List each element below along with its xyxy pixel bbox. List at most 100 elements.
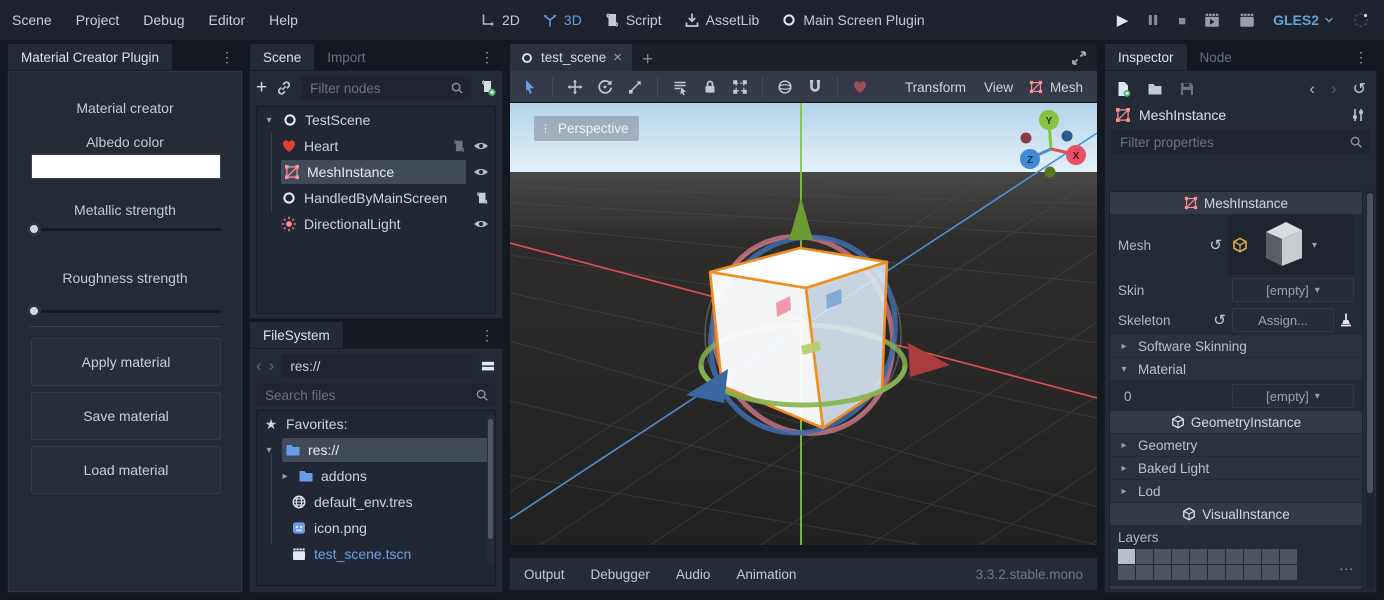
heart-tool-icon[interactable]	[852, 79, 868, 95]
dock-menu-icon[interactable]: ⋮	[212, 44, 242, 71]
revert-icon[interactable]: ↺	[1213, 311, 1226, 329]
instance-scene-button[interactable]	[276, 80, 292, 96]
slider-grabber[interactable]	[27, 304, 41, 318]
scrollbar-track[interactable]	[1366, 191, 1374, 590]
search-files-input[interactable]	[263, 387, 469, 404]
section-meshinstance[interactable]: MeshInstance	[1110, 192, 1362, 214]
layer-cell[interactable]	[1262, 549, 1279, 564]
script-badge-icon[interactable]	[452, 139, 466, 153]
workspace-2d-button[interactable]: 2D	[480, 12, 520, 28]
mesh-value-cell[interactable]: ▾	[1228, 215, 1354, 275]
tree-row-addons[interactable]: ▸ addons	[257, 463, 495, 489]
script-badge-icon[interactable]	[475, 191, 489, 205]
transform-menu[interactable]: Transform	[903, 80, 968, 95]
layer-cell[interactable]	[1190, 565, 1207, 580]
tab-scene[interactable]: Scene	[250, 44, 314, 71]
section-spatial[interactable]: Spatial	[1110, 586, 1362, 590]
search-files-field[interactable]	[256, 383, 496, 407]
layer-cell[interactable]	[1154, 565, 1171, 580]
layer-cell[interactable]	[1280, 549, 1297, 564]
section-visualinstance[interactable]: VisualInstance	[1110, 503, 1362, 525]
dock-menu-icon[interactable]: ⋮	[1346, 44, 1376, 71]
expand-icon[interactable]: ▸	[279, 471, 291, 482]
workspace-3d-button[interactable]: 3D	[542, 12, 582, 28]
chevron-down-icon[interactable]: ▾	[1312, 240, 1317, 251]
stop-button[interactable]: ■	[1178, 13, 1186, 28]
nav-forward-button[interactable]: ›	[269, 356, 275, 376]
pause-button[interactable]	[1145, 12, 1161, 28]
layer-cell[interactable]	[1280, 565, 1297, 580]
nav-back-button[interactable]: ‹	[256, 356, 262, 376]
metallic-strength-slider[interactable]	[29, 222, 221, 236]
layer-cell[interactable]	[1226, 549, 1243, 564]
3d-viewport[interactable]: Y X Z ⋮ Perspective	[510, 103, 1097, 545]
scrollbar-thumb[interactable]	[1367, 193, 1373, 493]
visibility-eye-icon[interactable]	[473, 164, 489, 180]
select-tool-icon[interactable]	[522, 79, 538, 95]
renderer-select[interactable]: GLES2	[1273, 12, 1335, 28]
scrollbar-thumb[interactable]	[488, 419, 493, 539]
filter-nodes-input[interactable]	[308, 80, 444, 97]
play-custom-scene-button[interactable]	[1238, 11, 1256, 29]
distraction-free-icon[interactable]	[1071, 50, 1087, 66]
debugger-button[interactable]: Debugger	[591, 567, 650, 582]
group-baked-light[interactable]: ▸ Baked Light	[1110, 457, 1362, 479]
menu-scene[interactable]: Scene	[0, 12, 64, 28]
scrollbar-track[interactable]	[487, 415, 494, 565]
filter-properties-input[interactable]	[1118, 134, 1343, 151]
save-material-button[interactable]: Save material	[31, 392, 221, 440]
move-tool-icon[interactable]	[567, 79, 583, 95]
pick-node-icon[interactable]	[1338, 312, 1354, 328]
filter-properties-field[interactable]	[1111, 129, 1370, 155]
layer-cell[interactable]	[1118, 565, 1135, 580]
visibility-eye-icon[interactable]	[473, 216, 489, 232]
play-button[interactable]: ▶	[1117, 11, 1129, 29]
close-tab-icon[interactable]: ×	[613, 49, 622, 66]
tree-row-icon-png[interactable]: icon.png	[257, 515, 495, 541]
tree-row-test-scene[interactable]: test_scene.tscn	[257, 541, 495, 567]
menu-debug[interactable]: Debug	[131, 12, 196, 28]
path-input[interactable]	[288, 358, 466, 375]
tree-row-testscene[interactable]: ▾ TestScene	[257, 107, 495, 133]
animation-button[interactable]: Animation	[736, 567, 796, 582]
mesh-menu[interactable]: Mesh	[1029, 80, 1085, 95]
inspector-tools-icon[interactable]	[1350, 107, 1366, 123]
tree-row-res[interactable]: ▾ res://	[257, 437, 495, 463]
tree-row-default-env[interactable]: default_env.tres	[257, 489, 495, 515]
workspace-main-screen-plugin-button[interactable]: Main Screen Plugin	[781, 12, 924, 28]
tab-node[interactable]: Node	[1187, 44, 1245, 71]
collapse-icon[interactable]: ▾	[263, 115, 275, 126]
snap-magnet-icon[interactable]	[807, 79, 823, 95]
tab-material-creator-plugin[interactable]: Material Creator Plugin	[8, 44, 172, 71]
menu-help[interactable]: Help	[257, 12, 310, 28]
output-button[interactable]: Output	[524, 567, 565, 582]
roughness-strength-slider[interactable]	[29, 304, 221, 318]
save-resource-button[interactable]	[1179, 81, 1195, 97]
revert-icon[interactable]: ↺	[1209, 236, 1222, 254]
layer-cell[interactable]	[1154, 549, 1171, 564]
filter-nodes-field[interactable]	[301, 76, 471, 100]
material-0-dropdown[interactable]: [empty] ▾	[1232, 384, 1354, 408]
section-geometryinstance[interactable]: GeometryInstance	[1110, 411, 1362, 433]
visibility-eye-icon[interactable]	[473, 138, 489, 154]
attach-script-button[interactable]	[480, 80, 496, 96]
play-scene-button[interactable]	[1203, 11, 1221, 29]
layer-cell[interactable]	[1136, 565, 1153, 580]
dock-menu-icon[interactable]: ⋮	[472, 44, 502, 71]
apply-material-button[interactable]: Apply material	[31, 338, 221, 386]
skin-dropdown[interactable]: [empty] ▾	[1232, 278, 1354, 302]
tab-import[interactable]: Import	[314, 44, 378, 71]
group-geometry[interactable]: ▸ Geometry	[1110, 434, 1362, 456]
group-material[interactable]: ▾ Material	[1110, 358, 1362, 380]
layer-cell[interactable]	[1172, 549, 1189, 564]
group-node-icon[interactable]	[732, 79, 748, 95]
menu-editor[interactable]: Editor	[197, 12, 258, 28]
inspector-scroll-area[interactable]: MeshInstance Mesh ↺ ▾ Ski	[1109, 191, 1363, 590]
layer-cell[interactable]	[1172, 565, 1189, 580]
workspace-assetlib-button[interactable]: AssetLib	[684, 12, 760, 28]
layer-cell[interactable]	[1190, 549, 1207, 564]
tab-test-scene[interactable]: test_scene ×	[510, 44, 632, 71]
slider-grabber[interactable]	[27, 222, 41, 236]
tree-row-favorites[interactable]: ★ Favorites:	[257, 411, 495, 437]
group-lod[interactable]: ▸ Lod	[1110, 480, 1362, 502]
